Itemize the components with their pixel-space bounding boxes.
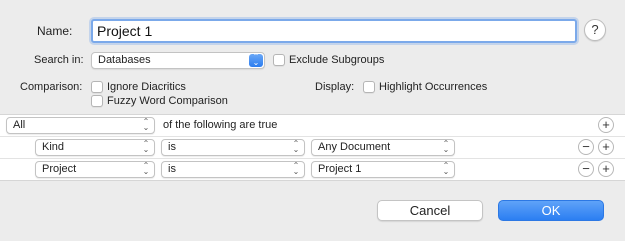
search-in-label: Search in: (34, 54, 84, 66)
ok-button[interactable]: OK (498, 200, 604, 221)
row-divider (0, 136, 625, 137)
criterion-field-popup[interactable]: Kind ⌃ ⌄ (35, 139, 155, 156)
add-criterion-button[interactable]: + (598, 139, 614, 155)
up-down-chevron-icon: ⌃ ⌄ (442, 161, 450, 176)
up-down-chevron-icon: ⌃ ⌄ (142, 139, 150, 154)
search-in-popup[interactable]: Databases ⌃ ⌄ (91, 52, 265, 69)
fuzzy-word-checkbox[interactable] (91, 95, 103, 107)
plus-icon: + (602, 117, 610, 132)
ignore-diacritics-label: Ignore Diacritics (107, 81, 186, 93)
name-input[interactable]: Project 1 (91, 19, 577, 43)
match-suffix-label: of the following are true (163, 119, 278, 131)
up-down-chevron-icon: ⌃ ⌄ (252, 52, 260, 67)
up-down-chevron-icon: ⌃ ⌄ (292, 161, 300, 176)
fuzzy-word-label: Fuzzy Word Comparison (107, 95, 228, 107)
criterion-field-value: Kind (42, 141, 65, 153)
criterion-operator-popup[interactable]: is ⌃ ⌄ (161, 139, 305, 156)
add-criterion-button[interactable]: + (598, 117, 614, 133)
criterion-operator-value: is (168, 141, 176, 153)
up-down-chevron-icon: ⌃ ⌄ (142, 117, 150, 132)
criterion-value-value: Project 1 (318, 163, 362, 175)
up-down-chevron-icon: ⌃ ⌄ (442, 139, 450, 154)
plus-icon: + (602, 161, 610, 176)
criterion-field-popup[interactable]: Project ⌃ ⌄ (35, 161, 155, 178)
comparison-label: Comparison: (20, 81, 83, 93)
criterion-operator-popup[interactable]: is ⌃ ⌄ (161, 161, 305, 178)
remove-criterion-button[interactable]: − (578, 139, 594, 155)
display-label: Display: (315, 81, 355, 93)
add-criterion-button[interactable]: + (598, 161, 614, 177)
up-down-chevron-icon: ⌃ ⌄ (292, 139, 300, 154)
criterion-value-popup[interactable]: Project 1 ⌃ ⌄ (311, 161, 455, 178)
exclude-subgroups-label: Exclude Subgroups (289, 54, 385, 66)
criterion-operator-value: is (168, 163, 176, 175)
up-down-chevron-icon: ⌃ ⌄ (142, 161, 150, 176)
plus-icon: + (602, 139, 610, 154)
criterion-value-popup[interactable]: Any Document ⌃ ⌄ (311, 139, 455, 156)
highlight-occurrences-label: Highlight Occurrences (379, 81, 488, 93)
cancel-button[interactable]: Cancel (377, 200, 483, 221)
criterion-value-value: Any Document (318, 141, 391, 153)
remove-criterion-button[interactable]: − (578, 161, 594, 177)
highlight-occurrences-checkbox[interactable] (363, 81, 375, 93)
name-label: Name: (37, 24, 73, 38)
minus-icon: − (582, 139, 590, 154)
search-in-value: Databases (98, 54, 151, 66)
exclude-subgroups-checkbox[interactable] (273, 54, 285, 66)
question-mark-icon: ? (591, 22, 599, 37)
row-divider (0, 158, 625, 159)
match-popup[interactable]: All ⌃ ⌄ (6, 117, 155, 134)
help-button[interactable]: ? (584, 19, 606, 41)
minus-icon: − (582, 161, 590, 176)
ignore-diacritics-checkbox[interactable] (91, 81, 103, 93)
criterion-field-value: Project (42, 163, 77, 175)
match-value: All (13, 119, 26, 131)
